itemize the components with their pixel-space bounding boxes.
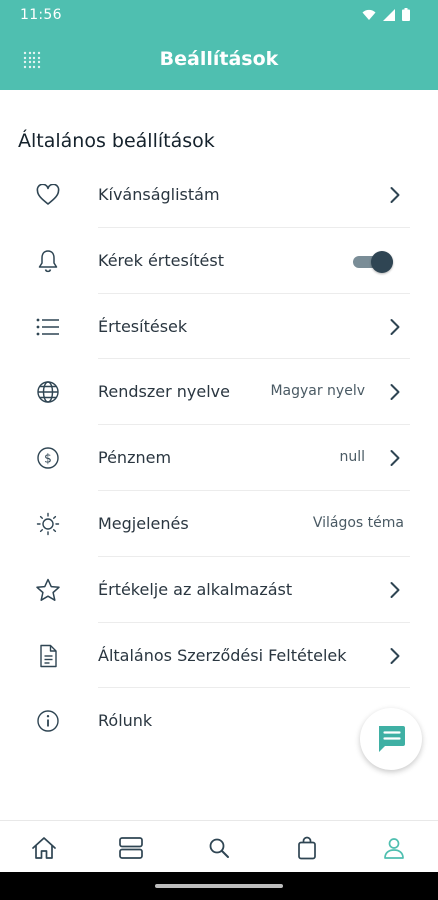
nav-home[interactable]: [31, 835, 57, 861]
settings-item-label: Értékelje az alkalmazást: [98, 579, 293, 599]
svg-text:$: $: [44, 452, 52, 466]
settings-item-label: Rólunk: [98, 711, 153, 731]
bag-icon: [298, 836, 316, 860]
language-value: Magyar nyelv: [270, 383, 365, 400]
settings-item-label: Kérek értesítést: [98, 250, 225, 270]
dollar-icon: $: [34, 445, 62, 471]
chevron-right-icon: [384, 381, 406, 403]
sun-icon: [34, 511, 62, 537]
settings-item-notify-toggle: Kérek értesítést: [0, 228, 438, 294]
info-icon: [34, 708, 62, 734]
appearance-value: Világos téma: [312, 514, 404, 531]
settings-item-rate-app[interactable]: Értékelje az alkalmazást: [0, 557, 438, 623]
settings-item-terms[interactable]: Általános Szerződési Feltételek: [0, 623, 438, 689]
nav-profile[interactable]: [381, 835, 407, 861]
home-icon: [32, 837, 56, 859]
chevron-right-icon: [384, 447, 406, 469]
page-title: Beállítások: [159, 48, 279, 70]
chevron-right-icon: [384, 645, 406, 667]
notification-toggle[interactable]: [353, 250, 393, 274]
bottom-nav: [0, 820, 438, 872]
star-icon: [34, 577, 62, 603]
system-gesture-bar: [0, 872, 438, 900]
heart-icon: [34, 182, 62, 208]
nav-search[interactable]: [206, 835, 232, 861]
gesture-handle[interactable]: [155, 884, 283, 888]
settings-item-wishlist[interactable]: Kívánságlistám: [0, 162, 438, 228]
settings-item-appearance[interactable]: Megjelenés Világos téma: [0, 491, 438, 557]
categories-icon: [119, 837, 143, 859]
chat-icon: [379, 726, 405, 752]
section-title: Általános beállítások: [18, 130, 215, 152]
nav-cart[interactable]: [294, 835, 320, 861]
nav-categories[interactable]: [118, 835, 144, 861]
globe-icon: [34, 379, 62, 405]
search-icon: [209, 838, 229, 858]
settings-item-label: Általános Szerződési Feltételek: [98, 645, 347, 665]
status-bar: 11:56: [0, 0, 438, 30]
settings-item-currency[interactable]: $ Pénznem null: [0, 425, 438, 491]
currency-value: null: [339, 449, 365, 466]
settings-item-label: Pénznem: [98, 448, 172, 468]
bell-icon: [34, 248, 62, 274]
settings-item-label: Értesítések: [98, 316, 188, 336]
status-icons: [362, 8, 410, 21]
signal-icon: [383, 8, 395, 21]
list-icon: [34, 314, 62, 340]
document-icon: [34, 643, 62, 669]
app-header: 11:56 Beállítások: [0, 0, 438, 90]
battery-icon: [402, 8, 410, 21]
wifi-icon: [362, 9, 376, 20]
profile-icon: [384, 838, 404, 859]
settings-item-language[interactable]: Rendszer nyelve Magyar nyelv: [0, 359, 438, 426]
chevron-right-icon: [384, 579, 406, 601]
settings-item-label: Rendszer nyelve: [98, 382, 230, 402]
chevron-right-icon: [384, 184, 406, 206]
settings-list: Kívánságlistám Kérek értesítést Értesíté…: [0, 162, 438, 754]
status-time: 11:56: [20, 7, 62, 23]
chat-fab-button[interactable]: [360, 708, 422, 770]
settings-item-notifications[interactable]: Értesítések: [0, 294, 438, 360]
settings-item-label: Kívánságlistám: [98, 185, 220, 204]
settings-item-label: Megjelenés: [98, 513, 189, 533]
chevron-right-icon: [384, 316, 406, 338]
toggle-thumb: [371, 250, 393, 273]
